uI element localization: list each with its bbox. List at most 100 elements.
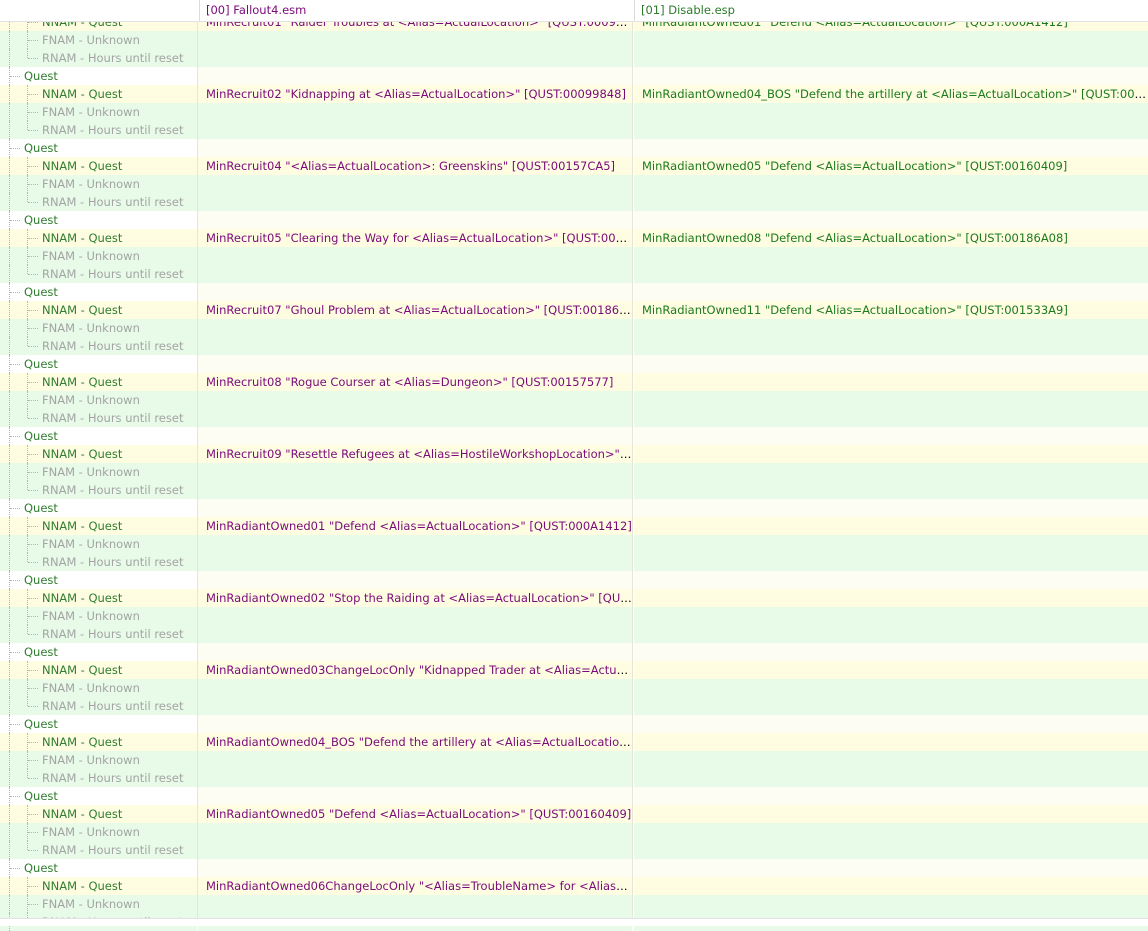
master-value-cell[interactable]: MinRecruit07 "Ghoul Problem at <Alias=Ac…	[198, 301, 632, 319]
master-value-cell[interactable]	[198, 697, 632, 715]
master-value-cell[interactable]	[198, 247, 632, 265]
tree-row-nnam[interactable]: NNAM - Quest MinRecruit02 "Kidnapping at …	[0, 85, 1148, 103]
master-value-cell[interactable]: MinRecruit08 "Rogue Courser at <Alias=Du…	[198, 373, 632, 391]
row-label-cell[interactable]: Quest	[0, 571, 197, 589]
tree-row-nnam[interactable]: NNAM - Quest MinRadiantOwned02 "Stop the …	[0, 589, 1148, 607]
column-divider[interactable]	[632, 13, 633, 918]
plugin-value-cell[interactable]	[634, 121, 1148, 139]
row-label-cell[interactable]: RNAM - Hours until reset	[0, 841, 197, 859]
row-label-cell[interactable]: Quest	[0, 211, 197, 229]
row-label-cell[interactable]: Quest	[0, 355, 197, 373]
row-label-cell[interactable]: NNAM - Quest	[0, 661, 197, 679]
row-label-cell[interactable]: Quest	[0, 715, 197, 733]
row-label-cell[interactable]: RNAM - Hours until reset	[0, 409, 197, 427]
master-value-cell[interactable]	[198, 841, 632, 859]
plugin-value-cell[interactable]	[634, 805, 1148, 823]
plugin-value-cell[interactable]	[634, 517, 1148, 535]
tree-row-nnam[interactable]: NNAM - Quest MinRadiantOwned03ChangeLocOn…	[0, 661, 1148, 679]
plugin-value-cell[interactable]	[634, 247, 1148, 265]
tree-row-fnam[interactable]: FNAM - Unknown	[0, 535, 1148, 553]
column-divider[interactable]	[197, 13, 198, 918]
row-label-cell[interactable]: Quest	[0, 427, 197, 445]
master-value-cell[interactable]	[198, 481, 632, 499]
master-value-cell[interactable]	[198, 121, 632, 139]
tree-row-quest[interactable]: Quest	[0, 427, 1148, 445]
master-value-cell[interactable]: MinRadiantOwned05 "Defend <Alias=ActualL…	[198, 805, 632, 823]
tree-row-quest[interactable]: Quest	[0, 715, 1148, 733]
row-label-cell[interactable]: RNAM - Hours until reset	[0, 481, 197, 499]
master-value-cell[interactable]	[198, 319, 632, 337]
row-label-cell[interactable]: FNAM - Unknown	[0, 103, 197, 121]
tree-row-rnam[interactable]: RNAM - Hours until reset	[0, 49, 1148, 67]
plugin-value-cell[interactable]	[634, 427, 1148, 445]
row-label-cell[interactable]: FNAM - Unknown	[0, 823, 197, 841]
plugin-value-cell[interactable]	[634, 265, 1148, 283]
master-value-cell[interactable]: MinRecruit05 "Clearing the Way for <Alia…	[198, 229, 632, 247]
row-label-cell[interactable]: FNAM - Unknown	[0, 607, 197, 625]
tree-row-quest[interactable]: Quest	[0, 859, 1148, 877]
row-label-cell[interactable]: FNAM - Unknown	[0, 463, 197, 481]
tree-row-fnam[interactable]: FNAM - Unknown	[0, 175, 1148, 193]
plugin-value-cell[interactable]	[634, 751, 1148, 769]
master-value-cell[interactable]	[198, 571, 632, 589]
tree-row-nnam[interactable]: NNAM - Quest MinRecruit09 "Resettle Refug…	[0, 445, 1148, 463]
row-label-cell[interactable]: NNAM - Quest	[0, 805, 197, 823]
master-value-cell[interactable]	[198, 103, 632, 121]
master-value-cell[interactable]	[198, 283, 632, 301]
plugin-value-cell[interactable]	[634, 283, 1148, 301]
master-value-cell[interactable]	[198, 427, 632, 445]
tree-row-fnam[interactable]: FNAM - Unknown	[0, 319, 1148, 337]
row-label-cell[interactable]: Quest	[0, 283, 197, 301]
tree-row-nnam[interactable]: NNAM - Quest MinRadiantOwned05 "Defend <A…	[0, 805, 1148, 823]
row-label-cell[interactable]: FNAM - Unknown	[0, 319, 197, 337]
plugin-value-cell[interactable]: MinRadiantOwned08 "Defend <Alias=ActualL…	[634, 229, 1148, 247]
tree-row-nnam[interactable]: NNAM - Quest MinRecruit07 "Ghoul Problem …	[0, 301, 1148, 319]
plugin-value-cell[interactable]	[634, 373, 1148, 391]
plugin-value-cell[interactable]	[634, 445, 1148, 463]
master-value-cell[interactable]	[198, 211, 632, 229]
tree-row-fnam[interactable]: FNAM - Unknown	[0, 391, 1148, 409]
row-label-cell[interactable]: Quest	[0, 643, 197, 661]
master-value-cell[interactable]	[198, 49, 632, 67]
plugin-value-cell[interactable]	[634, 715, 1148, 733]
row-label-cell[interactable]: FNAM - Unknown	[0, 175, 197, 193]
plugin-value-cell[interactable]	[634, 463, 1148, 481]
plugin-value-cell[interactable]	[634, 175, 1148, 193]
plugin-value-cell[interactable]	[634, 895, 1148, 913]
plugin-value-cell[interactable]	[634, 355, 1148, 373]
tree-row-nnam[interactable]: NNAM - Quest MinRecruit08 "Rogue Courser …	[0, 373, 1148, 391]
tree-row-quest[interactable]: Quest	[0, 571, 1148, 589]
plugin-value-cell[interactable]	[634, 571, 1148, 589]
master-value-cell[interactable]: MinRadiantOwned03ChangeLocOnly "Kidnappe…	[198, 661, 632, 679]
plugin-value-cell[interactable]	[634, 31, 1148, 49]
master-value-cell[interactable]	[198, 751, 632, 769]
master-value-cell[interactable]	[198, 409, 632, 427]
tree-row-fnam[interactable]: FNAM - Unknown	[0, 607, 1148, 625]
plugin-value-cell[interactable]	[634, 481, 1148, 499]
master-value-cell[interactable]	[198, 31, 632, 49]
master-value-cell[interactable]	[198, 67, 632, 85]
master-value-cell[interactable]	[198, 859, 632, 877]
row-label-cell[interactable]: RNAM - Hours until reset	[0, 265, 197, 283]
tree-row-fnam[interactable]: FNAM - Unknown	[0, 247, 1148, 265]
plugin-value-cell[interactable]	[634, 877, 1148, 895]
tree-row-rnam[interactable]: RNAM - Hours until reset	[0, 553, 1148, 571]
master-value-cell[interactable]	[198, 553, 632, 571]
row-label-cell[interactable]: NNAM - Quest	[0, 85, 197, 103]
master-value-cell[interactable]	[198, 823, 632, 841]
plugin-value-cell[interactable]: MinRadiantOwned05 "Defend <Alias=ActualL…	[634, 157, 1148, 175]
plugin-value-cell[interactable]	[634, 337, 1148, 355]
row-label-cell[interactable]: NNAM - Quest	[0, 589, 197, 607]
row-label-cell[interactable]: Quest	[0, 787, 197, 805]
plugin-value-cell[interactable]	[634, 661, 1148, 679]
row-label-cell[interactable]: RNAM - Hours until reset	[0, 697, 197, 715]
tree-row-rnam[interactable]: RNAM - Hours until reset	[0, 337, 1148, 355]
plugin-value-cell[interactable]	[634, 733, 1148, 751]
row-label-cell[interactable]: FNAM - Unknown	[0, 895, 197, 913]
tree-row-quest[interactable]: Quest	[0, 139, 1148, 157]
row-label-cell[interactable]: Quest	[0, 139, 197, 157]
tree-row-nnam[interactable]: NNAM - Quest MinRadiantOwned01 "Defend <A…	[0, 517, 1148, 535]
tree-row-rnam[interactable]: RNAM - Hours until reset	[0, 841, 1148, 859]
plugin-value-cell[interactable]	[634, 643, 1148, 661]
row-label-cell[interactable]: Quest	[0, 67, 197, 85]
